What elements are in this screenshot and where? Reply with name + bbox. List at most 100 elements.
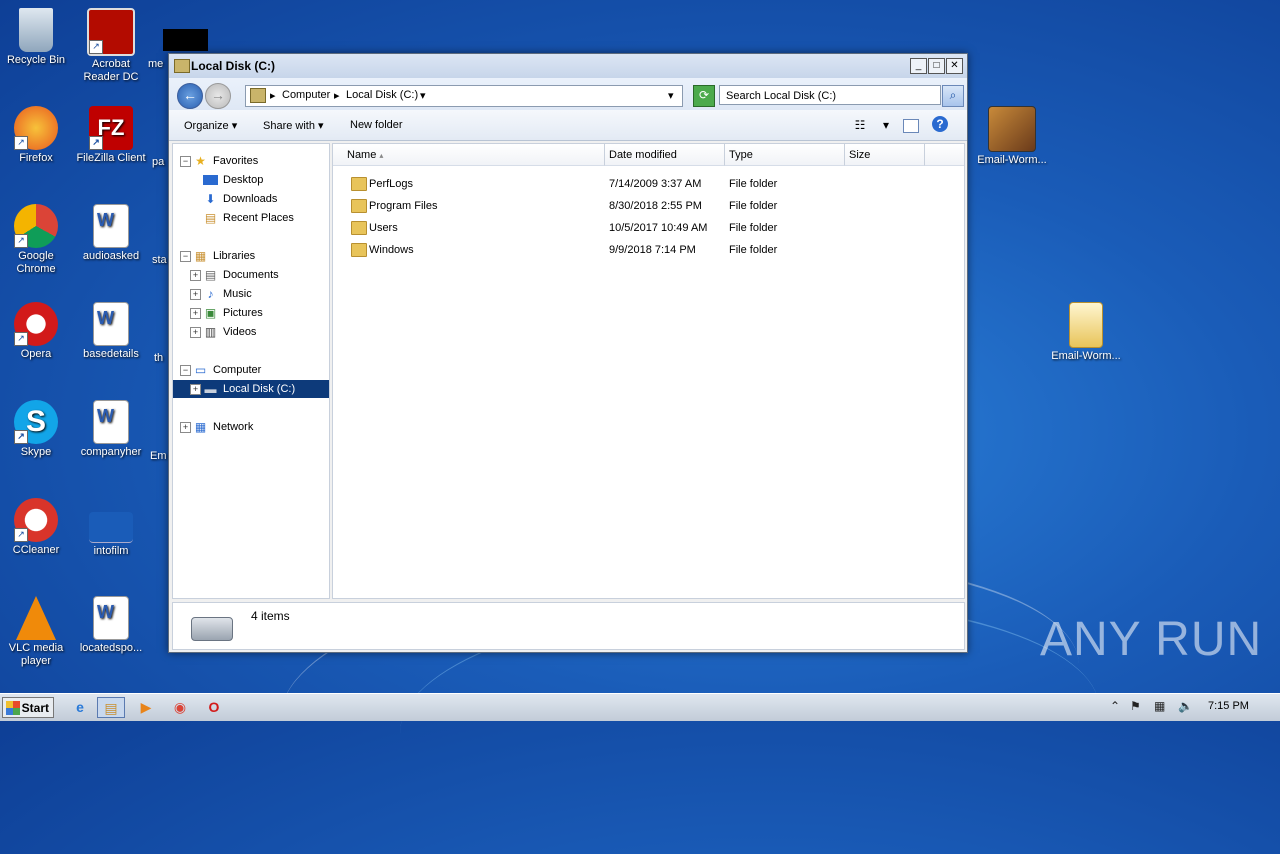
expand-icon[interactable]: + (190, 308, 201, 319)
desktop-icon-acrobat[interactable]: ↗ Acrobat Reader DC (75, 8, 147, 84)
file-type: File folder (729, 178, 778, 190)
window-controls: _ □ ✕ (910, 58, 963, 74)
desktop-icon-basedetails[interactable]: W basedetails (75, 302, 147, 361)
desktop-icon-recycle-bin[interactable]: Recycle Bin (0, 8, 72, 67)
refresh-button[interactable]: ⟳ (693, 85, 715, 107)
forward-button[interactable]: → (205, 83, 231, 109)
collapse-icon[interactable]: − (180, 156, 191, 167)
blank-file-icon (89, 512, 133, 543)
desktop-icon-filezilla[interactable]: FZ ↗ FileZilla Client (75, 106, 147, 165)
drive-icon (191, 617, 233, 641)
nav-recent-places[interactable]: ▤ Recent Places (173, 209, 329, 227)
internet-explorer-icon[interactable]: e (66, 697, 94, 718)
nav-documents[interactable]: + ▤ Documents (173, 266, 329, 284)
show-hidden-icons[interactable]: ⌃ (1110, 699, 1120, 713)
table-row[interactable]: Users 10/5/2017 10:49 AM File folder (333, 217, 964, 239)
folder-icon (1069, 302, 1103, 348)
search-input[interactable]: Search Local Disk (C:) (719, 85, 941, 105)
nav-libraries[interactable]: − ▦ Libraries (173, 247, 329, 265)
dropdown-arrow-icon[interactable]: ▾ (668, 89, 674, 102)
column-header-name[interactable]: Name ▴ (333, 144, 605, 166)
desktop-icon-email-worm-image[interactable]: Email-Worm... (974, 106, 1050, 167)
item-count: 4 items (251, 609, 290, 623)
desktop-icon-skype[interactable]: S ↗ Skype (0, 400, 72, 459)
organize-button[interactable]: Organize ▾ (184, 119, 237, 132)
table-row[interactable]: Windows 9/9/2018 7:14 PM File folder (333, 239, 964, 261)
word-document-icon: W (93, 596, 129, 640)
help-icon[interactable]: ? (932, 116, 948, 132)
breadcrumb-computer[interactable]: Computer (282, 89, 330, 101)
change-view-icon[interactable]: ☷ (851, 116, 869, 134)
desktop-icon-chrome[interactable]: ↗ Google Chrome (0, 204, 72, 276)
nav-computer[interactable]: − ▭ Computer (173, 361, 329, 379)
details-pane: 4 items (172, 602, 965, 650)
folder-icon (351, 177, 367, 191)
volume-icon[interactable]: 🔈 (1178, 699, 1193, 713)
desktop-icon-audioasked[interactable]: W audioasked (75, 204, 147, 263)
explorer-taskbar-icon[interactable]: ▤ (97, 697, 125, 718)
minimize-button[interactable]: _ (910, 58, 927, 74)
preview-pane-icon[interactable] (903, 119, 919, 133)
nav-desktop[interactable]: Desktop (173, 171, 329, 189)
nav-music[interactable]: + ♪ Music (173, 285, 329, 303)
desktop-icon-label: Opera (20, 348, 52, 360)
nav-downloads[interactable]: ⬇ Downloads (173, 190, 329, 208)
desktop-icon-label: CCleaner (12, 544, 60, 556)
maximize-button[interactable]: □ (928, 58, 945, 74)
nav-pictures[interactable]: + ▣ Pictures (173, 304, 329, 322)
share-label: Share with (263, 120, 315, 132)
desktop-icon-locatedspo[interactable]: W locatedspo... (75, 596, 147, 655)
star-icon: ★ (195, 154, 206, 168)
documents-icon: ▤ (204, 268, 217, 282)
desktop-icon-companyher[interactable]: W companyher (75, 400, 147, 459)
collapse-icon[interactable]: − (180, 251, 191, 262)
expand-icon[interactable]: + (190, 384, 201, 395)
drive-icon: ▬ (204, 382, 217, 396)
search-icon[interactable]: ⌕ (942, 85, 964, 107)
expand-icon[interactable]: + (190, 327, 201, 338)
desktop-icon-vlc[interactable]: VLC media player (0, 596, 72, 668)
address-bar[interactable]: ▸ Computer ▸ Local Disk (C:) ▾ ▾ (245, 85, 683, 107)
opera-taskbar-icon[interactable]: O (200, 697, 228, 718)
table-row[interactable]: PerfLogs 7/14/2009 3:37 AM File folder (333, 173, 964, 195)
network-tray-icon[interactable]: ▦ (1154, 699, 1165, 713)
nav-label: Computer (213, 364, 262, 376)
title-bar[interactable]: Local Disk (C:) _ □ ✕ (169, 54, 967, 78)
start-button[interactable]: Start (2, 697, 54, 718)
desktop-icon-intofilm[interactable]: intofilm (75, 498, 147, 558)
system-clock[interactable]: 7:15 PM (1208, 700, 1249, 712)
expand-icon[interactable]: + (180, 422, 191, 433)
column-header-size[interactable]: Size (845, 144, 925, 166)
nav-videos[interactable]: + ▥ Videos (173, 323, 329, 341)
chrome-taskbar-icon[interactable]: ◉ (166, 697, 194, 718)
nav-network[interactable]: + ▦ Network (173, 418, 329, 436)
expand-icon[interactable]: + (190, 289, 201, 300)
computer-icon: ▭ (194, 363, 207, 377)
desktop-icon-ccleaner[interactable]: ↗ CCleaner (0, 498, 72, 557)
desktop-icon-firefox[interactable]: ↗ Firefox (0, 106, 72, 165)
column-label: Date modified (609, 149, 677, 161)
share-with-button[interactable]: Share with ▾ (263, 119, 324, 132)
computer-icon (250, 88, 266, 103)
breadcrumb-local-disk[interactable]: Local Disk (C:) (346, 89, 418, 101)
desktop-icon-label: Recycle Bin (6, 54, 66, 66)
table-row[interactable]: Program Files 8/30/2018 2:55 PM File fol… (333, 195, 964, 217)
explorer-window: Local Disk (C:) _ □ ✕ ← → ▸ Computer ▸ L… (168, 53, 968, 653)
column-header-type[interactable]: Type (725, 144, 845, 166)
media-player-icon[interactable]: ▶ (132, 697, 160, 718)
chevron-down-icon[interactable]: ▾ (420, 89, 426, 102)
collapse-icon[interactable]: − (180, 365, 191, 376)
nav-favorites[interactable]: − ★ Favorites (173, 152, 329, 170)
expand-icon[interactable]: + (190, 270, 201, 281)
view-options-icon[interactable]: ▾ (877, 116, 895, 134)
close-button[interactable]: ✕ (946, 58, 963, 74)
column-label: Type (729, 149, 753, 161)
new-folder-button[interactable]: New folder (350, 119, 403, 131)
nav-local-disk[interactable]: + ▬ Local Disk (C:) (173, 380, 329, 398)
column-header-date[interactable]: Date modified (605, 144, 725, 166)
action-center-flag-icon[interactable]: ⚑ (1130, 699, 1141, 713)
wolf-image-icon (988, 106, 1036, 152)
desktop-icon-email-worm-folder[interactable]: Email-Worm... (1048, 302, 1124, 363)
back-button[interactable]: ← (177, 83, 203, 109)
desktop-icon-opera[interactable]: ↗ Opera (0, 302, 72, 361)
